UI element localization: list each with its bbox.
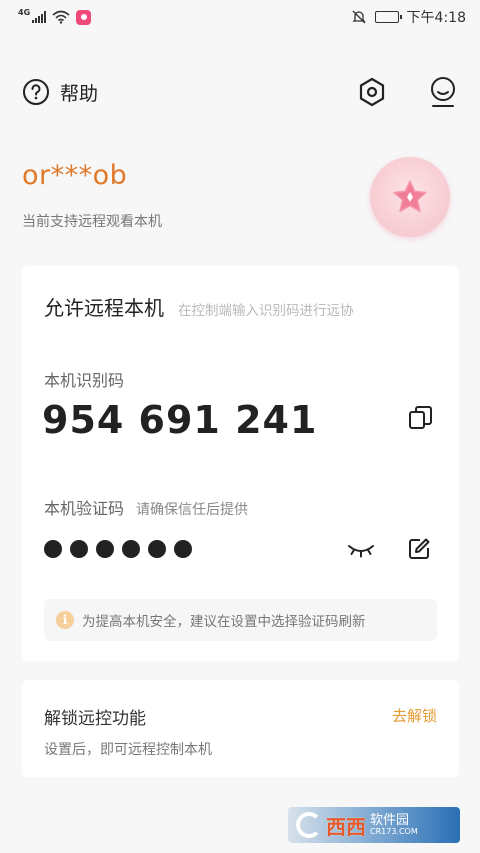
masked-dot [174, 540, 192, 558]
card-title: 允许远程本机 [44, 296, 164, 320]
battery-icon [374, 11, 402, 23]
masked-dot [96, 540, 114, 558]
info-icon: i [56, 611, 74, 629]
star-badge-icon [393, 180, 427, 213]
help-circle-icon [23, 79, 49, 105]
wifi-icon [52, 10, 70, 24]
signal-icon [32, 11, 47, 23]
app-notification-icon [76, 9, 92, 25]
avatar[interactable] [370, 157, 450, 237]
masked-dot [148, 540, 166, 558]
remote-access-card: 允许远程本机 在控制端输入识别码进行远协 本机识别码 954 691 241 本… [22, 266, 459, 661]
watermark-c-icon [296, 812, 322, 838]
user-profile-icon[interactable] [428, 76, 458, 108]
device-id-label: 本机识别码 [44, 371, 125, 390]
masked-dot [122, 540, 140, 558]
watermark-text: 软件园 CR173.COM [370, 814, 418, 836]
status-bar: 4G 下午4:18 [0, 0, 480, 34]
masked-verify-code [44, 540, 192, 558]
watermark-logo: 西西 软件园 CR173.COM [288, 807, 460, 843]
network-type: 4G [18, 7, 31, 17]
watermark-brand: 西西 [326, 814, 366, 839]
watermark-tagline: 软件园 [370, 812, 410, 828]
copy-icon[interactable] [407, 404, 435, 432]
mute-bell-icon [351, 10, 366, 24]
verify-code-hint: 请确保信任后提供 [136, 502, 249, 518]
verify-code-label: 本机验证码 [44, 499, 125, 518]
top-bar: 帮助 [22, 72, 458, 112]
hexagon-settings-icon[interactable] [356, 76, 388, 108]
masked-dot [44, 540, 62, 558]
eye-closed-icon[interactable] [347, 540, 375, 560]
help-label: 帮助 [60, 82, 99, 105]
status-time: 下午4:18 [406, 10, 466, 26]
edit-icon[interactable] [407, 537, 431, 561]
unlock-card: 解锁远控功能 去解锁 设置后，即可远程控制本机 [22, 680, 459, 777]
card-hint: 在控制端输入识别码进行远协 [178, 303, 354, 319]
security-notice-text: 为提高本机安全，建议在设置中选择验证码刷新 [82, 614, 366, 630]
unlock-subtitle: 设置后，即可远程控制本机 [44, 742, 212, 758]
masked-dot [70, 540, 88, 558]
unlock-button[interactable]: 去解锁 [392, 705, 437, 726]
help-button[interactable]: 帮助 [22, 78, 98, 106]
security-notice: i 为提高本机安全，建议在设置中选择验证码刷新 [44, 599, 437, 641]
user-subtitle: 当前支持远程观看本机 [22, 214, 162, 230]
watermark-domain: CR173.COM [370, 826, 418, 836]
user-section: or***ob 当前支持远程观看本机 [22, 160, 162, 231]
device-id-code: 954 691 241 [42, 398, 318, 442]
username: or***ob [22, 160, 128, 191]
unlock-title: 解锁远控功能 [44, 709, 146, 729]
